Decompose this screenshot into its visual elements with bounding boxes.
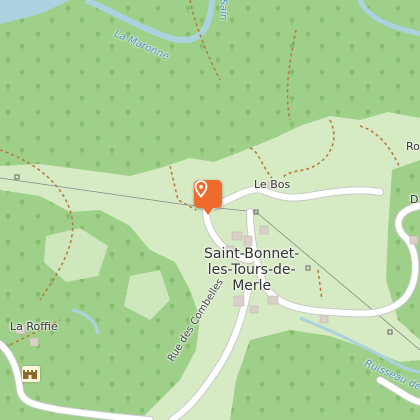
place-label-partial-d: D	[410, 193, 419, 206]
castle-poi[interactable]	[22, 366, 40, 382]
location-marker[interactable]	[194, 180, 222, 215]
map-view[interactable]: La Maronne Sain Ruisseau de T Le Bos La …	[0, 0, 420, 420]
town-label-line: Saint-Bonnet-	[204, 246, 300, 262]
map-pin-icon	[194, 180, 208, 198]
place-label-partial-ro: Ro	[406, 140, 420, 153]
castle-icon	[23, 370, 37, 379]
place-label-la-roffie: La Roffie	[10, 320, 58, 333]
river-label-partial: Sain	[217, 0, 229, 21]
town-label-line: les-Tours-de-	[207, 262, 296, 278]
place-label-le-bos: Le Bos	[254, 178, 291, 191]
